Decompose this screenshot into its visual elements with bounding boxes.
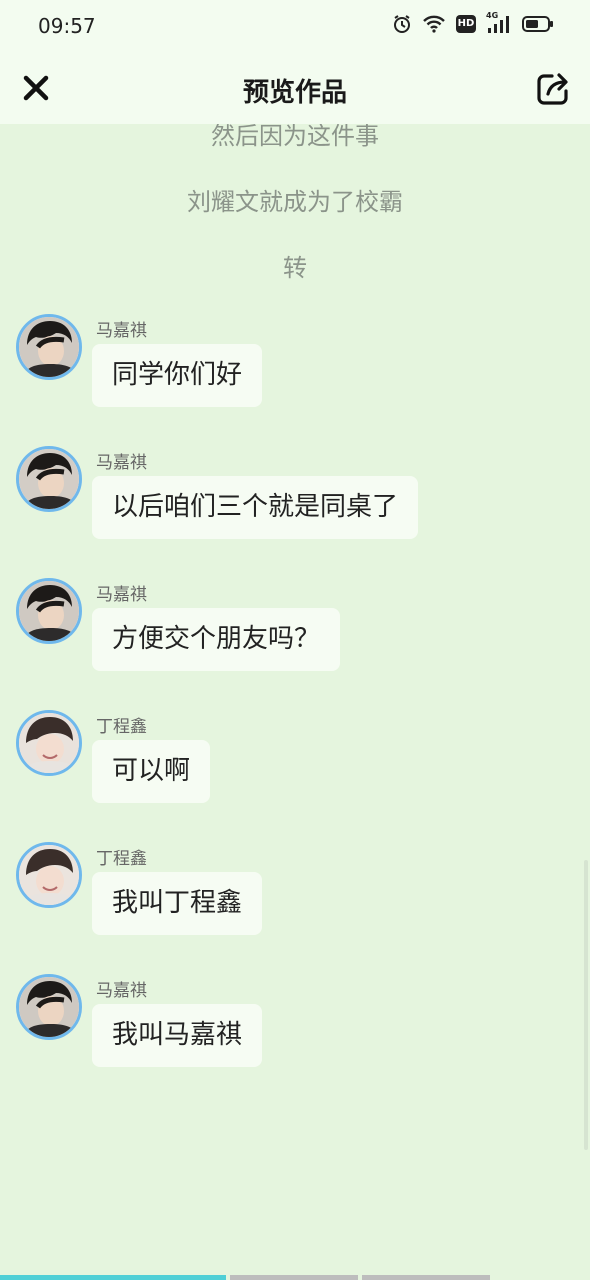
share-icon	[537, 73, 568, 105]
chat-message: 马嘉祺 方便交个朋友吗？	[16, 578, 576, 678]
scrollbar[interactable]	[584, 860, 588, 1150]
status-icons: HD 4G	[392, 11, 554, 34]
sender-name: 马嘉祺	[96, 585, 147, 605]
chat-message: 马嘉祺 同学你们好	[16, 314, 576, 414]
progress-bar	[0, 1274, 590, 1280]
status-time: 09:57	[38, 14, 96, 38]
message-bubble: 方便交个朋友吗？	[92, 608, 341, 671]
avatar[interactable]	[16, 974, 82, 1040]
app-header: 预览作品	[0, 52, 590, 124]
message-bubble: 我叫丁程鑫	[92, 872, 263, 935]
sender-name: 丁程鑫	[96, 717, 147, 737]
story-content[interactable]: 然后因为这件事 刘耀文就成为了校霸 转 马嘉祺 同学你们好 马嘉祺 以后咱们三个…	[0, 124, 590, 1274]
progress-segment	[230, 1275, 358, 1280]
status-bar: 09:57 HD 4G	[0, 0, 590, 52]
narration-line: 然后因为这件事	[211, 124, 379, 150]
avatar[interactable]	[16, 842, 82, 908]
sender-name: 马嘉祺	[96, 321, 147, 341]
chat-message: 马嘉祺 我叫马嘉祺	[16, 974, 576, 1074]
battery-icon	[522, 16, 553, 32]
avatar[interactable]	[16, 314, 82, 380]
sender-name: 丁程鑫	[96, 849, 147, 869]
message-bubble: 可以啊	[92, 740, 211, 803]
sender-name: 马嘉祺	[96, 981, 147, 1001]
hd-icon: HD	[456, 15, 476, 33]
wifi-icon	[423, 15, 445, 33]
avatar[interactable]	[16, 710, 82, 776]
progress-segment	[362, 1275, 490, 1280]
narration-line: 刘耀文就成为了校霸	[187, 188, 403, 216]
narration-line: 转	[283, 254, 307, 282]
message-bubble: 以后咱们三个就是同桌了	[92, 476, 419, 539]
chat-message: 丁程鑫 可以啊	[16, 710, 576, 810]
message-bubble: 我叫马嘉祺	[92, 1004, 263, 1067]
avatar[interactable]	[16, 446, 82, 512]
message-bubble: 同学你们好	[92, 344, 263, 407]
progress-segment-active	[0, 1275, 226, 1280]
page-title: 预览作品	[242, 78, 347, 108]
chat-message: 马嘉祺 以后咱们三个就是同桌了	[16, 446, 576, 546]
alarm-icon	[394, 15, 410, 33]
4g-signal-icon: 4G	[486, 11, 512, 34]
sender-name: 马嘉祺	[96, 453, 147, 473]
chat-message: 丁程鑫 我叫丁程鑫	[16, 842, 576, 942]
share-button[interactable]	[534, 70, 572, 108]
avatar[interactable]	[16, 578, 82, 644]
